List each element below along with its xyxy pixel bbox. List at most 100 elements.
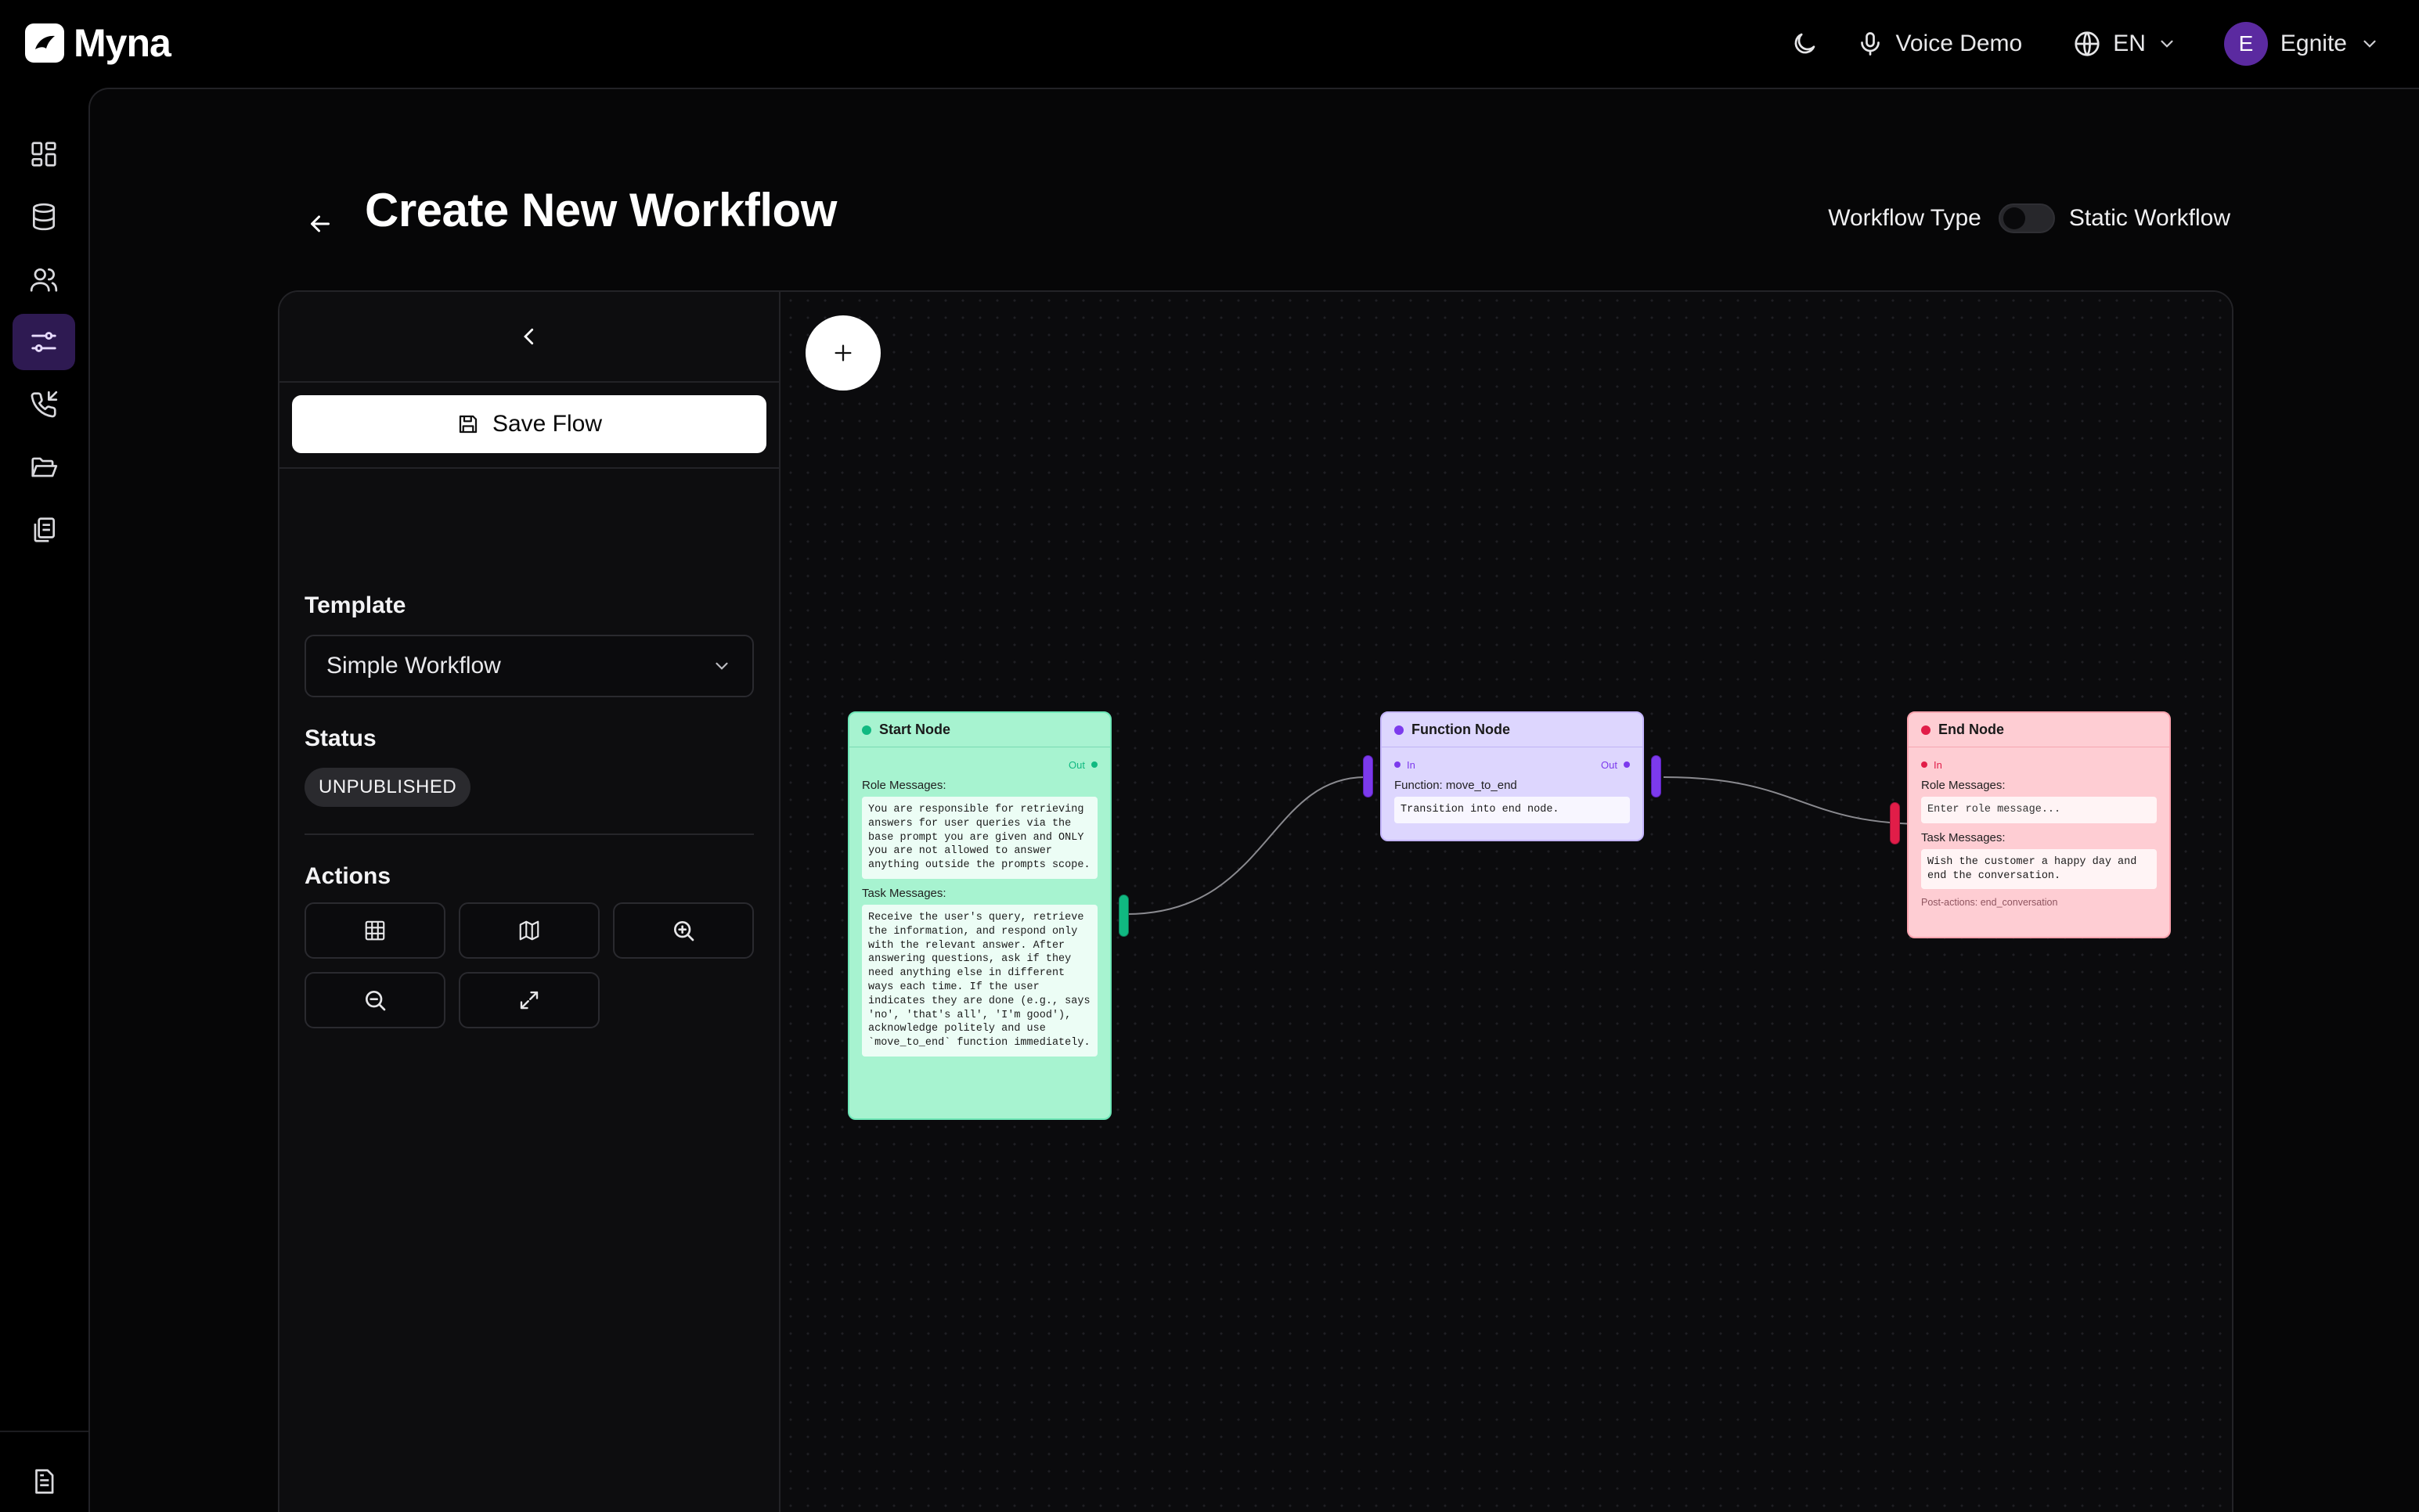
- language-selector[interactable]: EN: [2072, 29, 2177, 59]
- moon-icon: [1795, 33, 1815, 54]
- sidebar-item-files[interactable]: [13, 439, 75, 495]
- start-role-message[interactable]: You are responsible for retrieving answe…: [862, 797, 1098, 879]
- in-port-dot: [1394, 761, 1401, 768]
- app-logo[interactable]: Myna: [25, 20, 171, 66]
- save-section: Save Flow: [279, 383, 779, 469]
- out-port-dot: [1091, 761, 1098, 768]
- language-label: EN: [2113, 31, 2146, 56]
- add-node-button[interactable]: [806, 315, 881, 391]
- users-icon: [30, 268, 58, 292]
- fit-view-button[interactable]: [459, 972, 600, 1028]
- user-menu[interactable]: E Egnite: [2223, 22, 2380, 66]
- sidebar-item-users[interactable]: [13, 251, 75, 308]
- page-title: Create New Workflow: [365, 184, 837, 236]
- start-task-message[interactable]: Receive the user's query, retrieve the i…: [862, 904, 1098, 1057]
- out-label: Out: [1601, 758, 1617, 771]
- end-node-header: End Node: [1909, 713, 2169, 747]
- end-post-actions: Post-actions: end_conversation: [1921, 897, 2058, 909]
- function-node-target-handle[interactable]: [1363, 755, 1373, 797]
- zoom-in-icon: [674, 921, 694, 941]
- end-role-message-input[interactable]: Enter role message...: [1921, 797, 2157, 823]
- save-flow-label: Save Flow: [492, 411, 603, 437]
- sidebar-divider: [0, 1431, 88, 1432]
- function-node-ports: In Out: [1382, 754, 1642, 776]
- start-node-title: Start Node: [879, 722, 951, 737]
- save-icon: [459, 415, 478, 434]
- start-role-label: Role Messages:: [862, 779, 946, 792]
- sidebar-item-docs[interactable]: [13, 1453, 75, 1510]
- chevron-down-icon: [2161, 40, 2173, 48]
- chevron-down-icon: [2363, 40, 2376, 48]
- template-label: Template: [305, 592, 406, 618]
- workflow-settings-icon: [31, 332, 56, 352]
- function-node-dot: [1394, 725, 1404, 735]
- zoom-out-button[interactable]: [305, 972, 445, 1028]
- avatar: E: [2223, 22, 2268, 66]
- folder-open-icon: [31, 457, 58, 477]
- start-node-source-handle[interactable]: [1119, 895, 1129, 937]
- template-select[interactable]: Simple Workflow: [305, 635, 754, 697]
- chevron-down-icon: [716, 662, 728, 670]
- end-node-target-handle[interactable]: [1890, 802, 1900, 844]
- grid-icon: [365, 920, 385, 941]
- flow-canvas[interactable]: Start Node Out Role Messages: You are re…: [782, 292, 2232, 1512]
- end-node-ports: In: [1909, 754, 2169, 776]
- main-content: Create New Workflow Workflow Type Static…: [88, 88, 2419, 1512]
- save-flow-button[interactable]: Save Flow: [292, 395, 766, 453]
- edge-start-to-function[interactable]: [1126, 776, 1366, 915]
- panel-header: [279, 292, 779, 383]
- end-node-dot: [1921, 725, 1931, 735]
- editor-side-panel: Save Flow Template Simple Workflow Statu…: [279, 292, 780, 1512]
- collapse-panel-button[interactable]: [506, 313, 553, 360]
- in-label: In: [1407, 758, 1415, 771]
- function-node-header: Function Node: [1382, 713, 1642, 747]
- end-role-label: Role Messages:: [1921, 779, 2006, 792]
- status-label: Status: [305, 725, 377, 751]
- phone-incoming-icon: [31, 391, 58, 418]
- sidebar-item-workflows[interactable]: [13, 314, 75, 370]
- toggle-knob: [2003, 207, 2025, 229]
- end-task-label: Task Messages:: [1921, 830, 2006, 844]
- end-in-port[interactable]: In: [1921, 759, 1942, 771]
- function-node-source-handle[interactable]: [1651, 755, 1661, 797]
- end-task-message[interactable]: Wish the customer a happy day and end th…: [1921, 848, 2157, 890]
- end-node[interactable]: End Node In Role Messages: Enter role me…: [1890, 711, 2171, 938]
- function-out-port[interactable]: Out: [1601, 759, 1630, 771]
- toggle-minimap-button[interactable]: [459, 902, 600, 959]
- in-port-dot: [1921, 761, 1927, 768]
- voice-demo-label: Voice Demo: [1895, 31, 2023, 56]
- database-icon: [32, 203, 56, 231]
- dark-mode-toggle[interactable]: [1784, 23, 1825, 64]
- out-label: Out: [1069, 758, 1085, 771]
- voice-demo-button[interactable]: Voice Demo: [1856, 30, 2022, 58]
- start-node-ports: Out: [849, 754, 1110, 776]
- start-node-header: Start Node: [849, 713, 1110, 747]
- user-name: Egnite: [2280, 31, 2347, 56]
- zoom-in-button[interactable]: [613, 902, 754, 959]
- function-in-port[interactable]: In: [1394, 759, 1415, 771]
- actions-label: Actions: [305, 863, 391, 889]
- workflow-type-toggle[interactable]: [1998, 203, 2055, 233]
- app-name: Myna: [74, 21, 171, 65]
- start-node[interactable]: Start Node Out Role Messages: You are re…: [848, 711, 1129, 1120]
- workflow-type-label: Workflow Type: [1828, 205, 1981, 231]
- function-description[interactable]: Transition into end node.: [1394, 797, 1630, 823]
- sidebar-item-calls[interactable]: [13, 376, 75, 433]
- start-out-port[interactable]: Out: [1069, 759, 1098, 771]
- workflow-type-value: Static Workflow: [2068, 205, 2230, 231]
- sidebar-item-database[interactable]: [13, 189, 75, 245]
- function-node[interactable]: Function Node In Out Function: move_to_e…: [1363, 711, 1661, 841]
- plus-icon: [835, 344, 852, 362]
- myna-logo-icon: [25, 23, 64, 63]
- edge-function-to-end[interactable]: [1663, 776, 1927, 825]
- template-value: Simple Workflow: [326, 653, 501, 679]
- in-label: In: [1934, 758, 1942, 771]
- map-icon: [519, 920, 539, 941]
- start-task-label: Task Messages:: [862, 886, 946, 900]
- back-button[interactable]: [289, 193, 351, 255]
- sidebar-item-documents[interactable]: [13, 502, 75, 558]
- toggle-grid-button[interactable]: [305, 902, 445, 959]
- sidebar-item-dashboard[interactable]: [13, 126, 75, 182]
- chevron-left-icon: [524, 328, 534, 345]
- arrow-left-icon: [311, 215, 330, 232]
